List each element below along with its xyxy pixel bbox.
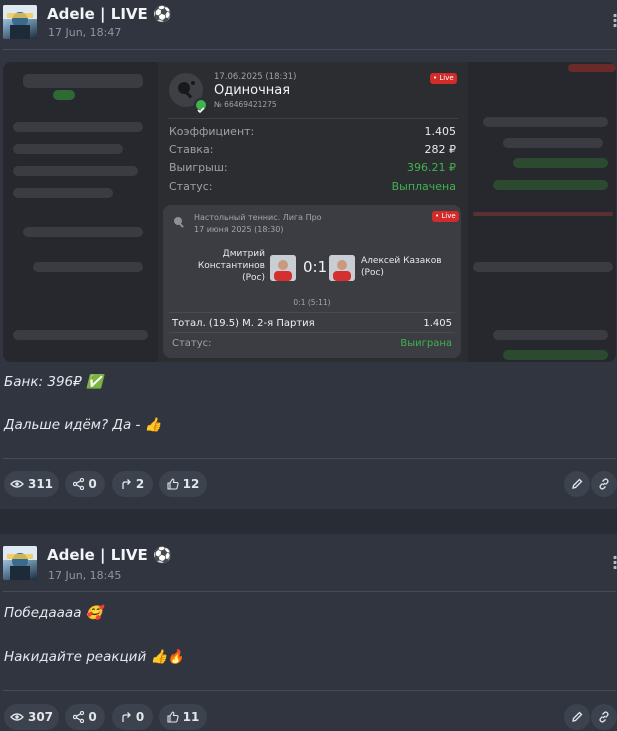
pencil-icon [572, 711, 583, 722]
event-status-label: Статус: [172, 338, 212, 349]
forwards-pill[interactable]: 2 [112, 471, 153, 497]
edit-button[interactable] [564, 704, 590, 730]
eye-icon [10, 713, 24, 721]
forwards-pill[interactable]: 0 [112, 704, 153, 730]
match-score: 0:1 [303, 258, 328, 276]
footer-divider [3, 690, 616, 691]
copy-link-button[interactable] [591, 471, 617, 497]
share-icon [73, 711, 85, 723]
player1-last-name: Константинов [197, 261, 265, 271]
link-icon [599, 711, 609, 723]
post-text-line: Банк: 396₽ ✅ [4, 374, 103, 390]
player1-photo [270, 255, 296, 281]
post-separator [0, 509, 617, 534]
views-pill[interactable]: 311 [4, 471, 59, 497]
thumbs-up-icon [167, 711, 179, 723]
avatar[interactable] [3, 5, 37, 39]
bet-datetime: 17.06.2025 (18:31) [214, 72, 297, 82]
player1-first-name: Дмитрий [222, 249, 265, 259]
share-icon [73, 478, 85, 490]
live-badge: • Live [430, 73, 457, 84]
kebab-menu-icon[interactable]: ··· [612, 550, 617, 576]
event-status-value: Выиграна [400, 338, 452, 349]
shares-count: 0 [88, 710, 97, 724]
event-date: 17 июня 2025 (18:30) [194, 225, 284, 234]
views-pill[interactable]: 307 [4, 704, 59, 730]
bet-screenshot[interactable]: 17.06.2025 (18:31) Одиночная № 664694212… [3, 62, 616, 362]
forwards-count: 0 [135, 710, 145, 724]
set-score: 0:1 (5:11) [293, 298, 331, 307]
stake-label: Ставка: [169, 143, 214, 156]
shares-pill[interactable]: 0 [65, 471, 105, 497]
likes-pill[interactable]: 12 [159, 471, 207, 497]
forward-icon [122, 478, 131, 489]
shares-count: 0 [88, 477, 97, 491]
header-divider [3, 591, 616, 592]
status-label: Статус: [169, 180, 213, 193]
event-live-badge: • Live [432, 211, 459, 222]
copy-link-button[interactable] [591, 704, 617, 730]
channel-name[interactable]: Adele | LIVE ⚽ [47, 546, 172, 564]
link-icon [599, 478, 609, 490]
event-divider [169, 312, 455, 313]
kebab-menu-icon[interactable]: ··· [612, 8, 617, 34]
ping-pong-icon [172, 214, 186, 228]
thumbs-up-icon [167, 478, 179, 490]
coef-label: Коэффициент: [169, 125, 255, 138]
post-text-line: Победаааа 🥰 [4, 605, 103, 621]
player2-photo [329, 255, 355, 281]
avatar[interactable] [3, 546, 37, 580]
post-text-line: Дальше идём? Да - 👍 [4, 417, 162, 433]
card-divider [168, 118, 458, 119]
pencil-icon [572, 478, 583, 489]
event-card: Настольный теннис. Лига Про 17 июня 2025… [163, 205, 461, 358]
post-date: 17 Jun, 18:47 [48, 26, 122, 39]
stake-value: 282 ₽ [424, 143, 457, 156]
eye-icon [10, 480, 24, 488]
player2-country: (Рос) [361, 268, 384, 278]
bet-number: № 66469421275 [214, 100, 277, 109]
win-label: Выигрыш: [169, 161, 228, 174]
player2-name: Алексей Казаков [361, 256, 442, 266]
bet-card: 17.06.2025 (18:31) Одиночная № 664694212… [158, 62, 468, 362]
edit-button[interactable] [564, 471, 590, 497]
status-value: Выплачена [391, 180, 456, 193]
likes-pill[interactable]: 11 [159, 704, 207, 730]
market-name: Тотал. (19.5) М. 2-я Партия [172, 318, 315, 329]
views-count: 311 [27, 477, 54, 491]
check-badge-icon [194, 98, 208, 114]
bet-type: Одиночная [214, 83, 291, 98]
event-league: Настольный теннис. Лига Про [194, 213, 322, 222]
header-divider [3, 49, 616, 50]
likes-count: 11 [182, 710, 200, 724]
event-divider [169, 332, 455, 333]
post-date: 17 Jun, 18:45 [48, 569, 122, 582]
forwards-count: 2 [135, 477, 145, 491]
views-count: 307 [27, 710, 54, 724]
shares-pill[interactable]: 0 [65, 704, 105, 730]
market-coef: 1.405 [423, 318, 452, 329]
channel-name[interactable]: Adele | LIVE ⚽ [47, 5, 172, 23]
footer-divider [3, 458, 616, 459]
forward-icon [122, 711, 131, 722]
post-text-line: Накидайте реакций 👍🔥 [4, 649, 185, 665]
coef-value: 1.405 [424, 125, 457, 138]
player1-country: (Рос) [242, 273, 265, 283]
likes-count: 12 [182, 477, 200, 491]
win-value: 396.21 ₽ [407, 161, 456, 174]
